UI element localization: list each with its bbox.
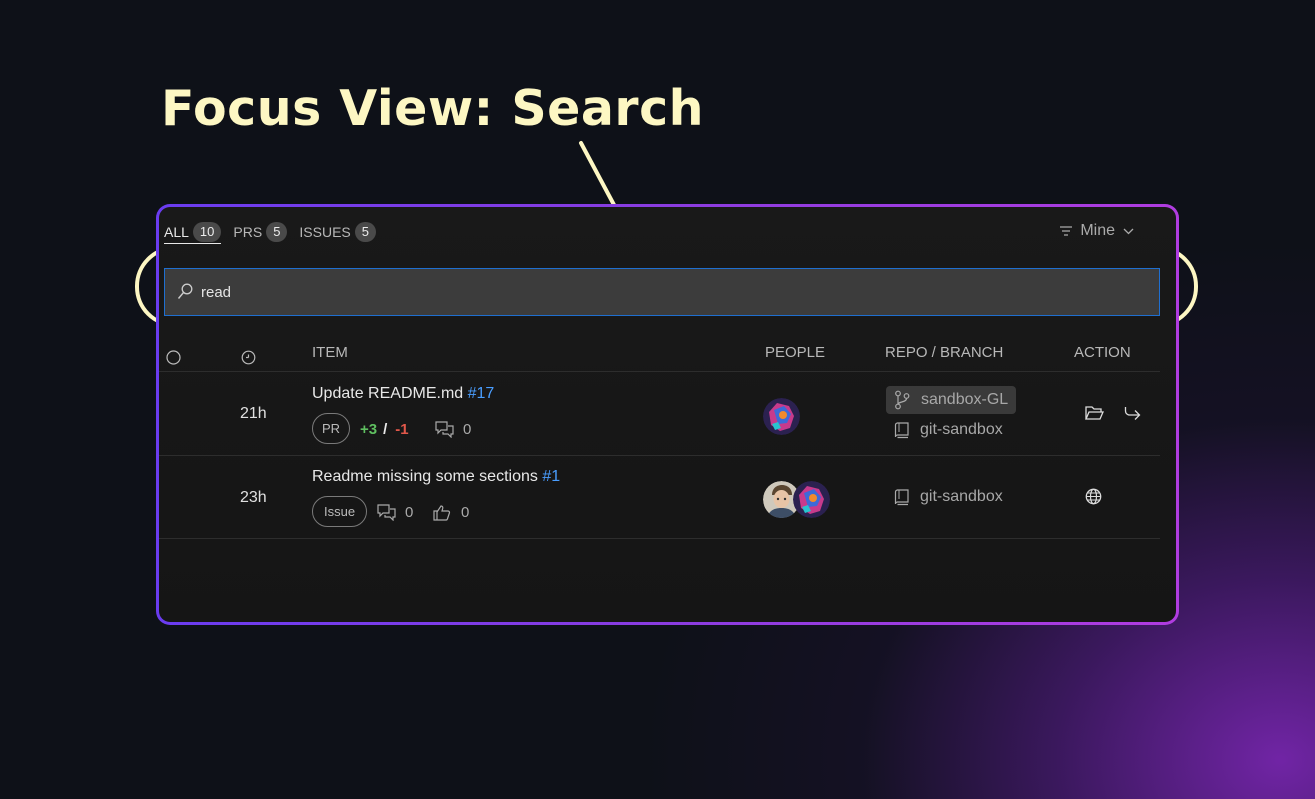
deletions-count: -1 [395,421,409,438]
type-badge-issue: Issue [312,496,368,527]
diff-stats: +3 / -1 [360,421,409,438]
filter-label: Mine [1080,222,1115,239]
tab-issues[interactable]: ISSUES 5 [299,220,377,244]
tab-all-count-badge: 10 [192,221,222,242]
thumbs-up-icon [433,505,451,521]
search-icon [177,283,193,299]
comments-stat: 0 [435,421,471,438]
row-title: Update README.md [312,385,464,402]
row-number: #17 [467,385,495,402]
comment-icon [377,504,396,521]
avatar[interactable] [793,481,830,518]
folder-open-icon[interactable] [1085,405,1104,421]
repo-link[interactable]: git-sandbox [894,421,1003,439]
row-title: Readme missing some sections [312,468,538,485]
status-column-icon [166,350,181,365]
branch-name: sandbox-GL [921,391,1009,408]
row-age: 21h [240,405,267,422]
repo-icon [894,421,909,438]
column-header-people: PEOPLE [765,344,826,361]
row-number: #1 [542,468,561,485]
filter-dropdown[interactable]: Mine [1059,222,1141,240]
globe-icon[interactable] [1085,488,1102,505]
tab-prs-label: PRS [233,224,263,240]
comment-icon [435,421,454,438]
reactions-stat: 0 [433,504,469,521]
branch-chip[interactable]: sandbox-GL [886,386,1017,414]
tab-prs-count-badge: 5 [266,222,288,242]
repo-link[interactable]: git-sandbox [894,488,1003,506]
focus-view-panel: ALL 10 PRS 5 ISSUES 5 Mine ITEM PEOPLE R… [156,204,1179,625]
table-row: 21h Update README.md #17 PR +3 / -1 0 sa… [159,373,1160,456]
callout-headline: Focus View: Search [161,80,704,137]
additions-count: +3 [360,421,378,438]
forward-arrow-icon[interactable] [1124,406,1141,420]
git-branch-icon [895,390,910,410]
table-row: 23h Readme missing some sections #1 Issu… [159,456,1160,539]
tab-issues-count-badge: 5 [354,222,377,242]
filter-icon [1060,226,1073,236]
repo-name: git-sandbox [920,421,1003,438]
table-header: ITEM PEOPLE REPO / BRANCH ACTION [159,342,1160,372]
column-header-repo-branch: REPO / BRANCH [885,344,1004,361]
tab-prs[interactable]: PRS 5 [233,220,288,244]
tab-all[interactable]: ALL 10 [164,220,222,244]
search-box[interactable] [164,268,1160,316]
clock-column-icon [241,350,256,365]
comments-stat: 0 [377,504,413,521]
column-header-item: ITEM [312,344,348,361]
comments-count: 0 [405,504,414,521]
column-header-action: ACTION [1074,344,1131,361]
search-input[interactable] [201,283,1101,301]
row-title-link[interactable]: Readme missing some sections #1 [312,468,560,486]
tab-all-label: ALL [164,223,189,240]
tab-issues-label: ISSUES [299,224,351,240]
avatar[interactable] [763,398,800,435]
tab-bar: ALL 10 PRS 5 ISSUES 5 [164,220,388,244]
comments-count: 0 [463,421,472,438]
diff-separator: / [383,421,388,438]
repo-name: git-sandbox [920,488,1003,505]
row-title-link[interactable]: Update README.md #17 [312,385,494,403]
row-age: 23h [240,489,267,506]
chevron-down-icon [1123,228,1134,234]
repo-icon [894,488,909,505]
type-badge-pr: PR [312,413,350,444]
reactions-count: 0 [461,504,470,521]
